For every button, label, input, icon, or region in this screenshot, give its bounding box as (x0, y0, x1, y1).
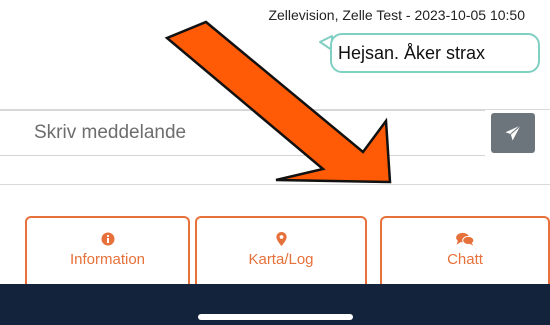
map-marker-icon (275, 232, 287, 246)
divider-bottom (0, 184, 550, 185)
tab-chatt[interactable]: Chatt (380, 216, 550, 284)
message-input[interactable] (0, 110, 485, 156)
paper-plane-icon (505, 125, 521, 141)
home-indicator[interactable] (198, 314, 353, 320)
message-text: Hejsan. Åker strax (338, 43, 486, 63)
tab-karta-log[interactable]: Karta/Log (195, 216, 367, 284)
tab-chatt-label: Chatt (447, 251, 483, 268)
tab-information-label: Information (69, 251, 146, 268)
comments-icon (456, 232, 475, 246)
send-button[interactable] (491, 113, 535, 153)
message-meta: Zellevision, Zelle Test - 2023-10-05 10:… (268, 7, 525, 23)
tab-information[interactable]: Information (25, 216, 190, 284)
tab-karta-log-label: Karta/Log (248, 251, 314, 268)
info-circle-icon (101, 232, 114, 246)
